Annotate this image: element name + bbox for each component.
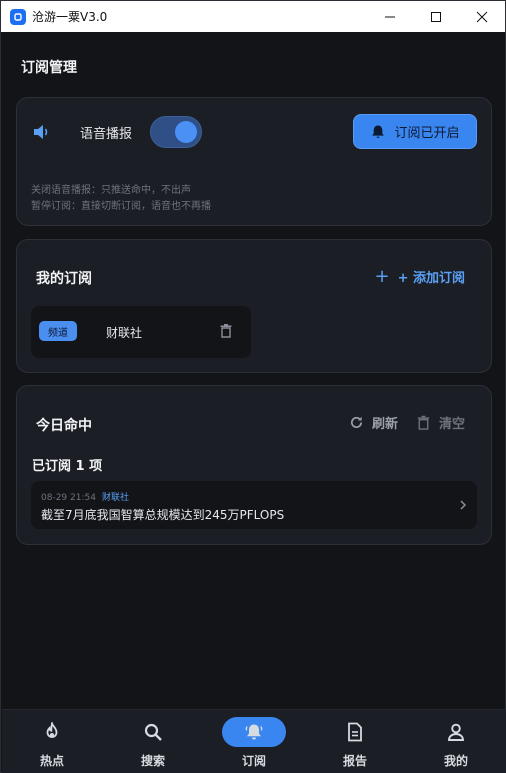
section-title-my-subs: 我的订阅 <box>36 271 92 287</box>
bell-icon <box>372 125 385 138</box>
subscription-status-button[interactable]: 订阅已开启 <box>353 114 477 149</box>
tab-search[interactable]: 搜索 <box>103 710 203 773</box>
close-button[interactable] <box>459 1 505 32</box>
hint-pause: 暂停订阅：直接切断订阅，语音也不再播 <box>31 201 211 212</box>
voice-broadcast-label: 语音播报 <box>80 127 133 142</box>
maximize-button[interactable] <box>413 1 459 32</box>
app-logo-icon <box>10 8 26 25</box>
hint-voice: 关闭语音播报：只推送命中，不出声 <box>31 185 191 196</box>
bottom-tab-bar: 热点 搜索 订阅 报告 我的 <box>2 709 506 773</box>
app-window: 沧游一粟V3.0 订阅管理 语音播报 订阅已开启 关闭语音播报：只推送命中，不出… <box>0 0 506 773</box>
document-icon <box>348 722 362 742</box>
section-title-today-hits: 今日命中 <box>36 418 92 434</box>
close-icon <box>476 11 488 22</box>
voice-broadcast-toggle[interactable] <box>150 116 202 148</box>
news-item[interactable]: 08-29 21:54 财联社 截至7月底我国智算总规模达到245万PFLOPS <box>31 481 477 529</box>
user-icon <box>448 723 464 741</box>
subscription-item[interactable]: 频道 财联社 <box>31 306 251 358</box>
plus-icon: + <box>374 265 390 287</box>
my-subscriptions-card: 我的订阅 + + 添加订阅 频道 财联社 <box>16 239 492 373</box>
tab-subscribe[interactable]: 订阅 <box>204 710 304 773</box>
tab-hot[interactable]: 热点 <box>2 710 102 773</box>
window-title: 沧游一粟V3.0 <box>32 10 108 24</box>
settings-card: 语音播报 订阅已开启 关闭语音播报：只推送命中，不出声 暂停订阅：直接切断订阅，… <box>16 97 492 226</box>
tab-report[interactable]: 报告 <box>305 710 405 773</box>
channel-tag: 频道 <box>39 321 77 341</box>
tab-profile[interactable]: 我的 <box>406 710 506 773</box>
maximize-icon <box>431 11 441 22</box>
tab-label-profile: 我的 <box>443 754 468 768</box>
news-title: 截至7月底我国智算总规模达到245万PFLOPS <box>41 508 285 522</box>
refresh-icon <box>350 416 362 428</box>
toggle-knob <box>175 121 197 143</box>
search-icon <box>144 723 162 741</box>
fire-icon <box>46 722 58 738</box>
news-time: 08-29 21:54 <box>41 493 96 503</box>
bell-icon <box>245 724 263 740</box>
add-subscription-label: + 添加订阅 <box>397 271 465 286</box>
news-source: 财联社 <box>101 493 129 503</box>
tab-label-subscribe: 订阅 <box>241 754 266 768</box>
refresh-button[interactable]: 刷新 <box>349 413 398 432</box>
clear-button[interactable]: 清空 <box>416 413 465 432</box>
tab-label-search: 搜索 <box>140 754 165 768</box>
subscription-name: 财联社 <box>106 326 143 340</box>
tab-label-hot: 热点 <box>39 754 64 768</box>
chevron-right-icon <box>460 500 467 510</box>
speaker-icon <box>34 125 48 139</box>
minimize-button[interactable] <box>367 1 413 32</box>
minimize-icon <box>385 16 395 17</box>
tab-label-report: 报告 <box>342 754 367 768</box>
news-meta: 08-29 21:54 财联社 <box>41 490 129 503</box>
trash-icon <box>417 415 430 430</box>
trash-icon[interactable] <box>220 324 232 338</box>
page-title: 订阅管理 <box>21 60 77 76</box>
subscription-count: 已订阅 1 项 <box>32 459 103 474</box>
today-hits-card: 今日命中 刷新 清空 已订阅 1 项 08-29 21:54 财联社 截至7月底… <box>16 385 492 545</box>
add-subscription-button[interactable]: + + 添加订阅 <box>374 267 465 286</box>
refresh-label: 刷新 <box>371 417 398 432</box>
title-bar: 沧游一粟V3.0 <box>1 1 505 32</box>
clear-label: 清空 <box>438 417 465 432</box>
subscription-status-label: 订阅已开启 <box>394 126 460 141</box>
